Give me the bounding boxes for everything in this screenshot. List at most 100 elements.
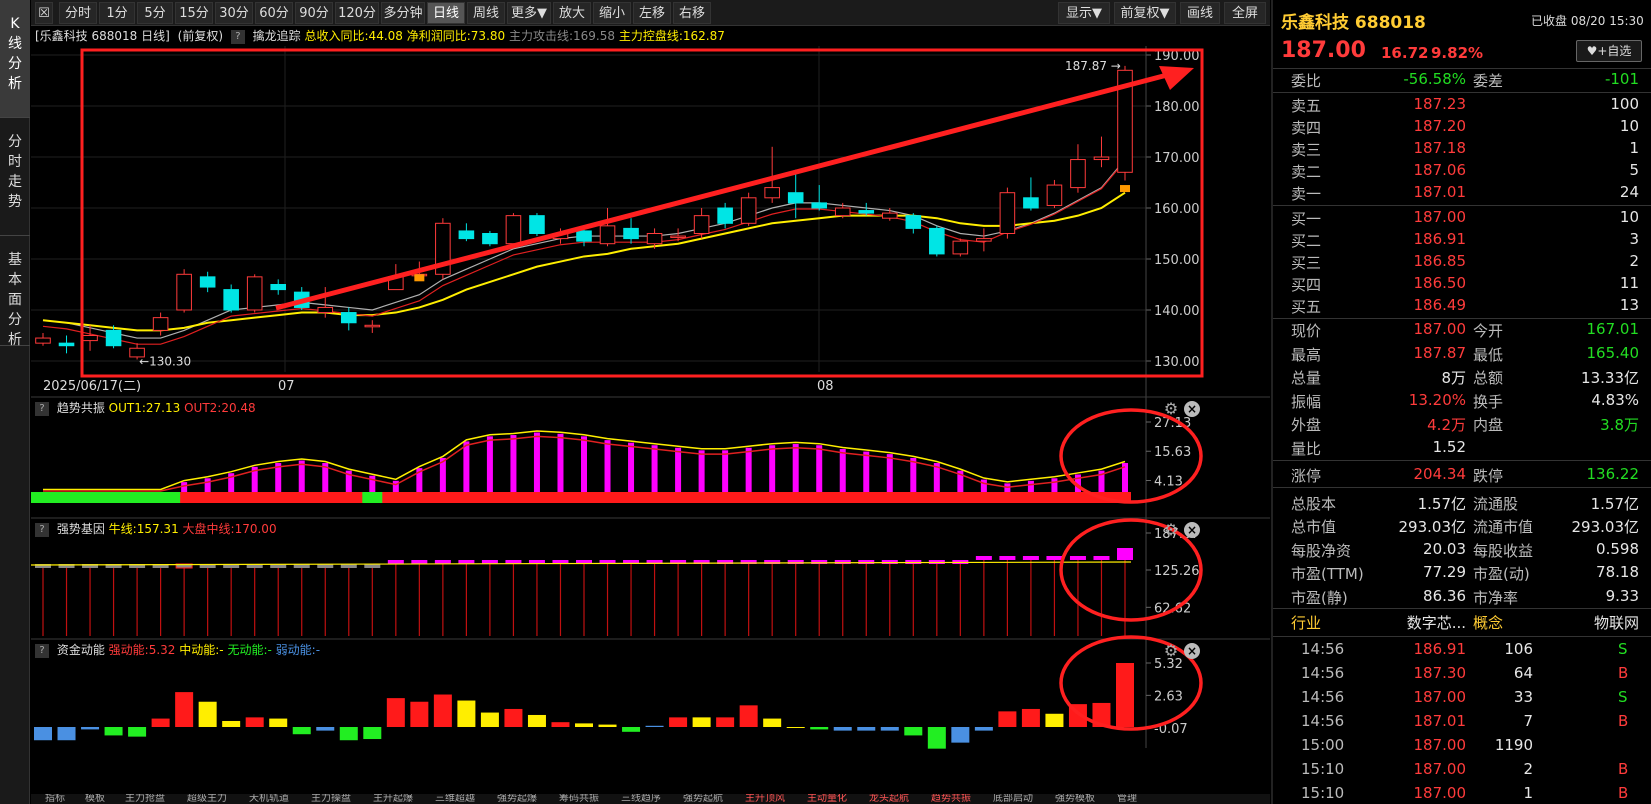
bottom-tab-16[interactable]: 底部启动 bbox=[993, 794, 1033, 804]
gear-icon[interactable]: ⚙ bbox=[1162, 642, 1180, 660]
fund-bar bbox=[1116, 663, 1134, 727]
add-favorite-button[interactable]: ♥+自选 bbox=[1576, 40, 1642, 62]
fund-bar bbox=[998, 711, 1017, 727]
bottom-tab-15[interactable]: 趋势共振 bbox=[931, 794, 971, 804]
candle-body bbox=[364, 324, 381, 328]
bottom-tab-14[interactable]: 龙头起航 bbox=[869, 794, 909, 804]
toolbar-button-12[interactable]: 放大 bbox=[553, 2, 591, 24]
help-icon[interactable]: ? bbox=[35, 401, 49, 416]
main-info-bar: [乐鑫科技 688018 日线] (前复权) ? 擒龙追踪 总收入同比:44.0… bbox=[31, 26, 725, 46]
bottom-tab-13[interactable]: 主动量化 bbox=[807, 794, 847, 804]
left-tab-1[interactable]: 分时走势 bbox=[0, 118, 30, 236]
stat-value: 4.83% bbox=[1591, 390, 1639, 409]
bottom-tab-9[interactable]: 筹码共振 bbox=[559, 794, 599, 804]
toolbar-button-9[interactable]: 日线 bbox=[427, 2, 465, 24]
bottom-tab-11[interactable]: 强势起航 bbox=[683, 794, 723, 804]
trend-zero-band-green bbox=[362, 492, 383, 503]
toolbar-button-14[interactable]: 左移 bbox=[633, 2, 671, 24]
signal-marker bbox=[414, 274, 425, 282]
strong-bar bbox=[858, 560, 875, 564]
toolbar-button-5[interactable]: 60分 bbox=[255, 2, 293, 24]
bottom-tab-3[interactable]: 超级主力 bbox=[187, 794, 227, 804]
y-tick-label: 170.00 bbox=[1154, 151, 1200, 166]
y-tick-label: 150.00 bbox=[1154, 253, 1200, 268]
toolbar-button-0[interactable]: 分时 bbox=[59, 2, 97, 24]
toolbar-button-11[interactable]: 更多▼ bbox=[507, 2, 551, 24]
bid-price: 186.85 bbox=[1413, 252, 1467, 270]
bottom-tab-17[interactable]: 强势模板 bbox=[1055, 794, 1095, 804]
toolbar-button-10[interactable]: 周线 bbox=[467, 2, 505, 24]
concept-value: 物联网 bbox=[1593, 614, 1639, 632]
help-icon[interactable]: ? bbox=[35, 643, 49, 658]
ask-volume: 24 bbox=[1619, 183, 1639, 201]
gear-icon[interactable]: ⚙ bbox=[1162, 400, 1180, 418]
candle-body bbox=[905, 215, 922, 229]
help-icon[interactable]: ? bbox=[230, 29, 245, 44]
fund-bar bbox=[716, 717, 735, 727]
toolbar-right-button-2[interactable]: 画线 bbox=[1180, 2, 1220, 24]
candle-body bbox=[999, 192, 1016, 234]
stat-value: 20.03 bbox=[1423, 539, 1466, 558]
kline-chart[interactable]: 190.00180.00170.00160.00150.00140.00130.… bbox=[31, 46, 1270, 794]
menu-square-icon[interactable]: ☒ bbox=[35, 2, 53, 24]
left-tab-0[interactable]: K线分析 bbox=[0, 0, 30, 118]
toolbar-right-button-0[interactable]: 显示▼ bbox=[1058, 2, 1110, 24]
toolbar-button-13[interactable]: 缩小 bbox=[593, 2, 631, 24]
trend-bar bbox=[392, 480, 399, 492]
bid-price: 186.49 bbox=[1413, 296, 1467, 314]
fund-bar bbox=[810, 727, 829, 730]
bottom-tab-6[interactable]: 主升起爆 bbox=[373, 794, 413, 804]
strong-pane-title[interactable]: 强势基因 bbox=[57, 522, 105, 536]
bottom-tab-8[interactable]: 强势起爆 bbox=[497, 794, 537, 804]
bottom-tab-7[interactable]: 三维超越 bbox=[435, 794, 475, 804]
trend-pane-title[interactable]: 趋势共振 bbox=[57, 401, 105, 415]
toolbar-button-15[interactable]: 右移 bbox=[673, 2, 711, 24]
toolbar-button-1[interactable]: 1分 bbox=[99, 2, 135, 24]
trend-arrow-line bbox=[275, 71, 1172, 311]
help-icon[interactable]: ? bbox=[35, 522, 49, 537]
candle-body bbox=[482, 233, 498, 245]
stat-value: 78.18 bbox=[1596, 563, 1639, 581]
tick-volume: 64 bbox=[1513, 664, 1533, 682]
toolbar-button-8[interactable]: 多分钟 bbox=[381, 2, 425, 24]
fund-pane-title[interactable]: 资金动能 bbox=[57, 643, 105, 657]
candle-body bbox=[929, 227, 945, 255]
trend-pane-info: ? 趋势共振 OUT1:27.13 OUT2:20.48 bbox=[31, 398, 256, 418]
stat-value: 86.36 bbox=[1423, 586, 1466, 605]
trend-bar bbox=[886, 454, 893, 492]
bottom-tab-1[interactable]: 模板 bbox=[85, 794, 105, 804]
candle-body bbox=[1023, 197, 1039, 209]
close-icon[interactable]: × bbox=[1184, 401, 1200, 417]
toolbar-button-7[interactable]: 120分 bbox=[335, 2, 379, 24]
bottom-tab-12[interactable]: 主升顶风 bbox=[745, 794, 785, 804]
candle-body bbox=[764, 187, 780, 199]
stat-label: 每股净资 bbox=[1291, 541, 1352, 560]
toolbar-right-button-1[interactable]: 前复权▼ bbox=[1114, 2, 1176, 24]
toolbar-right-button-3[interactable]: 全屏 bbox=[1224, 2, 1266, 24]
gear-icon[interactable]: ⚙ bbox=[1162, 521, 1180, 539]
left-tab-2[interactable]: 基本面分析 bbox=[0, 236, 30, 348]
close-icon[interactable]: × bbox=[1184, 522, 1200, 538]
bottom-tab-18[interactable]: 管理 bbox=[1117, 794, 1137, 804]
y-tick-label: 130.00 bbox=[1154, 355, 1200, 370]
bottom-tab-4[interactable]: 天机轨道 bbox=[249, 794, 289, 804]
close-icon[interactable]: × bbox=[1184, 643, 1200, 659]
indicator-name[interactable]: 擒龙追踪 bbox=[253, 29, 301, 43]
toolbar-button-3[interactable]: 15分 bbox=[175, 2, 213, 24]
bottom-tab-0[interactable]: 指标 bbox=[45, 794, 65, 804]
tick-side: B bbox=[1618, 712, 1629, 730]
stat-value: 136.22 bbox=[1586, 465, 1640, 483]
fund-pane-info: ? 资金动能 强动能:5.32 中动能:- 无动能:- 弱动能:- bbox=[31, 640, 320, 660]
ask-price: 187.01 bbox=[1413, 183, 1467, 201]
toolbar-button-2[interactable]: 5分 bbox=[137, 2, 173, 24]
fund-bar bbox=[880, 727, 899, 731]
fund-bar bbox=[151, 718, 170, 727]
bottom-tab-5[interactable]: 主力操盘 bbox=[311, 794, 351, 804]
bottom-tab-2[interactable]: 主力抢盘 bbox=[125, 794, 165, 804]
bottom-tab-10[interactable]: 三线趋序 bbox=[621, 794, 661, 804]
divider bbox=[1273, 318, 1651, 319]
trend-out1: OUT1:27.13 bbox=[108, 401, 181, 415]
toolbar-button-4[interactable]: 30分 bbox=[215, 2, 253, 24]
toolbar-button-6[interactable]: 90分 bbox=[295, 2, 333, 24]
trend-bar bbox=[581, 436, 587, 492]
